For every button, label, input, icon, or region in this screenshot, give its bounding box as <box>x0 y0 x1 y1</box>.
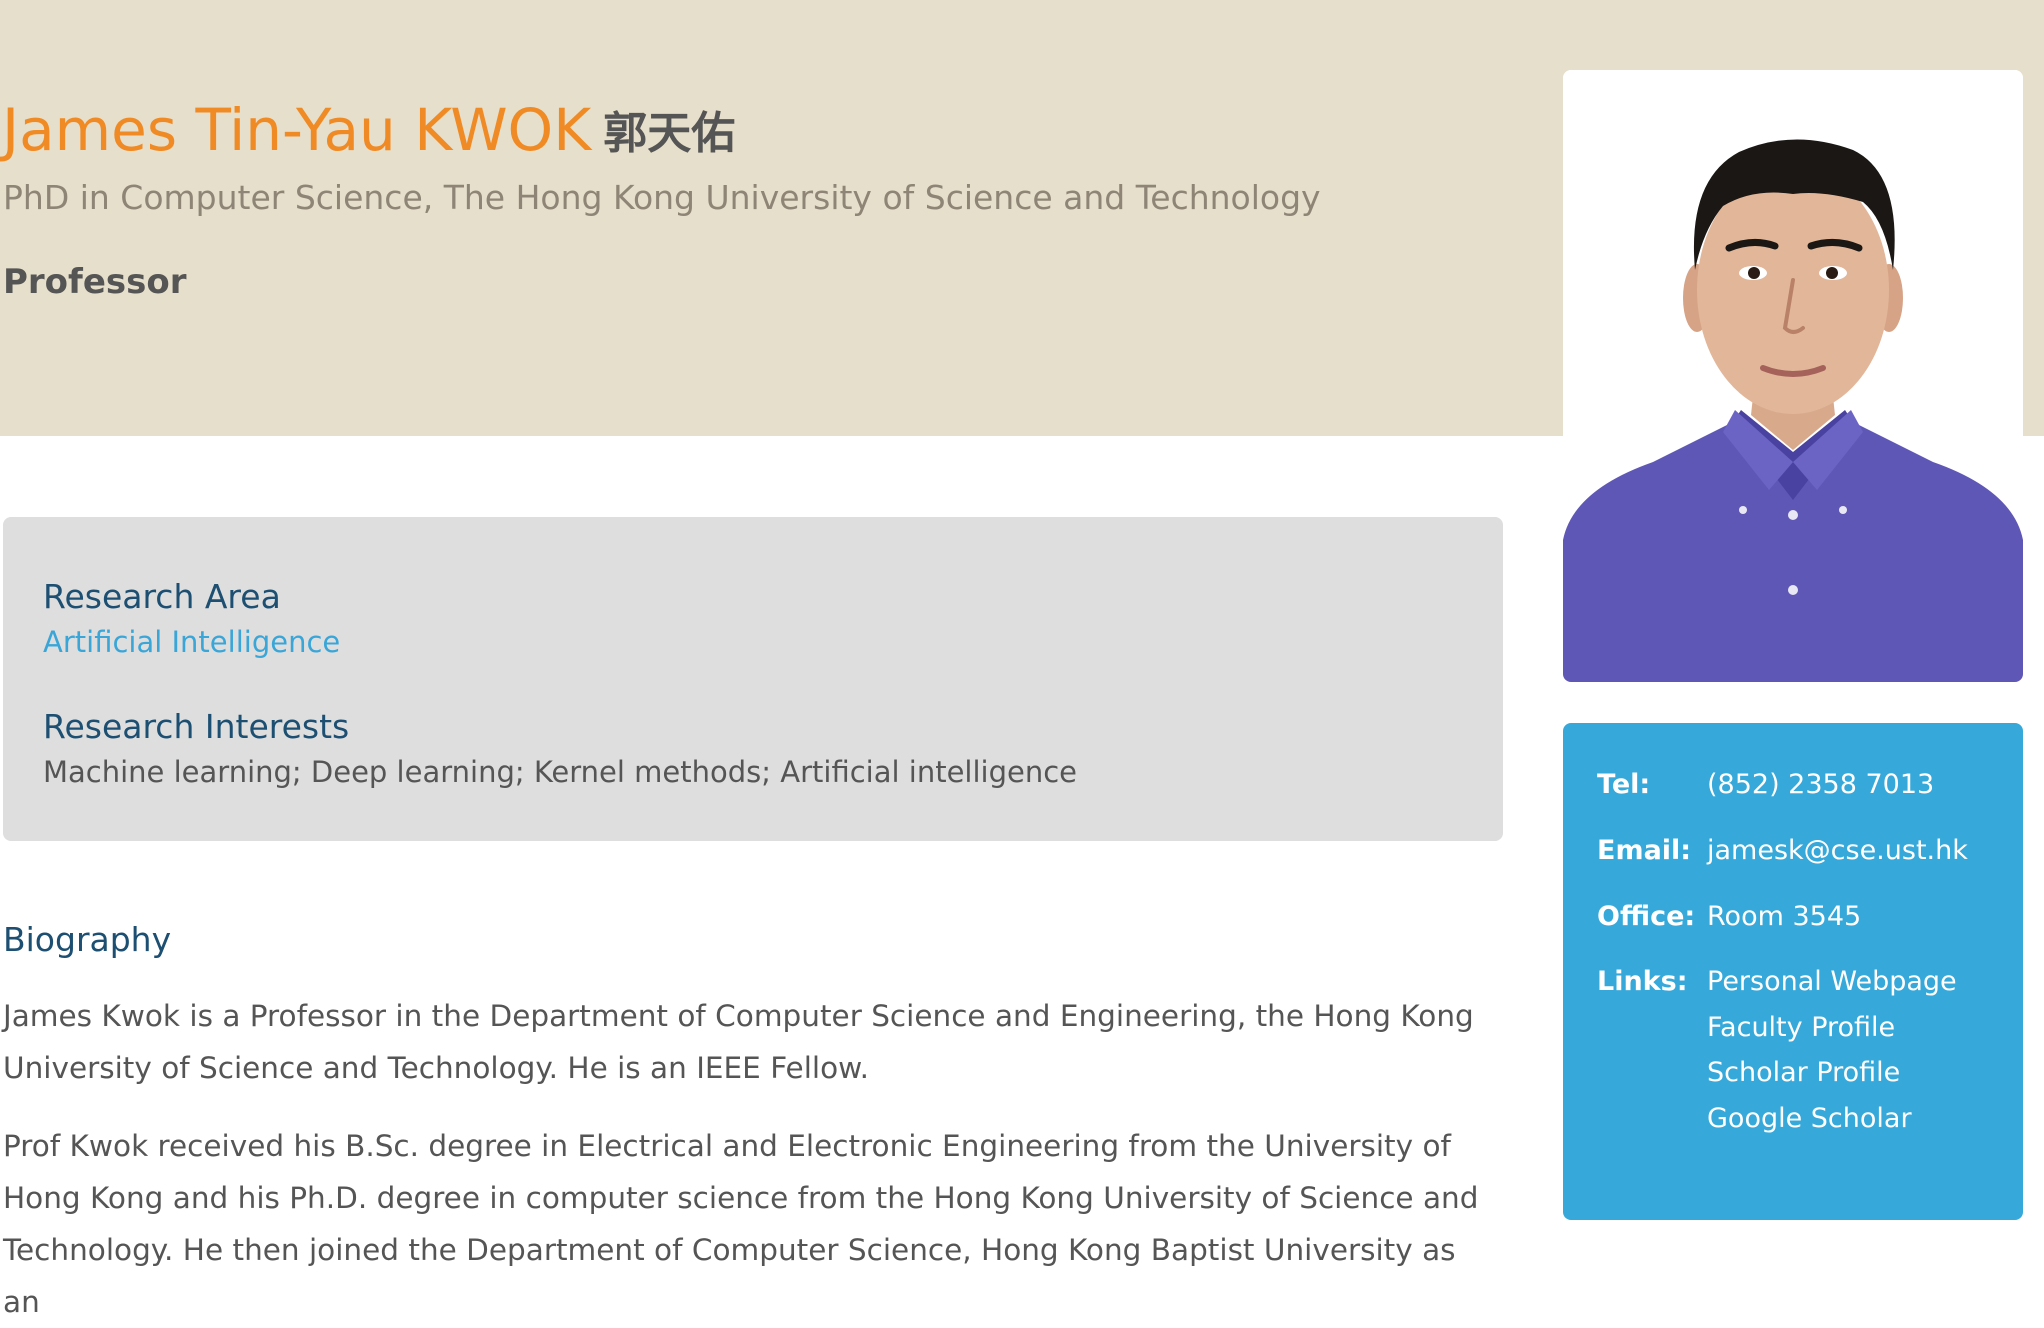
research-area-link[interactable]: Artificial Intelligence <box>43 625 340 659</box>
tel-value: (852) 2358 7013 <box>1707 769 1935 800</box>
scholar-profile-link[interactable]: Scholar Profile <box>1707 1057 1900 1088</box>
email-label: Email: <box>1597 835 1692 866</box>
name-chinese: 郭天佑 <box>603 108 736 159</box>
research-area-heading: Research Area <box>43 577 281 616</box>
profile-name: James Tin-Yau KWOK 郭天佑 <box>2 96 735 164</box>
portrait-image <box>1563 70 2023 682</box>
tel-label: Tel: <box>1597 769 1651 800</box>
email-link[interactable]: jamesk@cse.ust.hk <box>1707 835 1968 866</box>
research-panel: Research Area Artificial Intelligence Re… <box>3 517 1503 841</box>
research-interests-heading: Research Interests <box>43 707 350 746</box>
personal-webpage-link[interactable]: Personal Webpage <box>1707 966 1957 997</box>
research-interests-text: Machine learning; Deep learning; Kernel … <box>43 755 1078 789</box>
biography-paragraph: Prof Kwok received his B.Sc. degree in E… <box>3 1129 1479 1319</box>
degree-text: PhD in Computer Science, The Hong Kong U… <box>3 178 1321 217</box>
faculty-profile-link[interactable]: Faculty Profile <box>1707 1012 1895 1043</box>
biography-paragraph: James Kwok is a Professor in the Departm… <box>3 999 1474 1085</box>
position-title: Professor <box>3 262 187 302</box>
biography-heading: Biography <box>3 920 172 959</box>
google-scholar-link[interactable]: Google Scholar <box>1707 1103 1912 1134</box>
contact-card: Tel: (852) 2358 7013 Email: jamesk@cse.u… <box>1563 723 2023 1220</box>
name-english: James Tin-Yau KWOK <box>2 96 592 164</box>
links-label: Links: <box>1597 966 1688 997</box>
profile-photo <box>1563 70 2023 682</box>
office-value: Room 3545 <box>1707 901 1862 932</box>
office-label: Office: <box>1597 901 1696 932</box>
